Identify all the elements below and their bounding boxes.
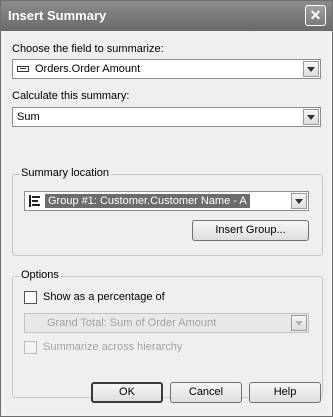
summary-label: Calculate this summary: — [12, 90, 130, 102]
dialog-title: Insert Summary — [8, 8, 107, 23]
field-label: Choose the field to summarize: — [12, 43, 164, 55]
help-button[interactable]: Help — [249, 382, 321, 403]
chevron-down-icon[interactable] — [291, 193, 307, 209]
field-value: Orders.Order Amount — [35, 63, 141, 75]
percentage-label[interactable]: Show as a percentage of — [43, 291, 165, 303]
chevron-down-icon[interactable] — [303, 109, 319, 125]
dialog-body: Choose the field to summarize: Orders.Or… — [5, 31, 328, 412]
summary-location-group — [12, 174, 323, 256]
close-button[interactable]: ✕ — [305, 5, 326, 26]
field-dropdown[interactable]: Orders.Order Amount — [12, 59, 321, 79]
ok-button[interactable]: OK — [91, 382, 163, 403]
hierarchy-label: Summarize across hierarchy — [43, 341, 183, 353]
location-dropdown[interactable]: Group #1: Customer.Customer Name - A — [24, 191, 309, 211]
chevron-down-icon[interactable] — [303, 61, 319, 77]
percentage-dropdown[interactable]: Grand Total: Sum of Order Amount — [24, 313, 309, 333]
cancel-button[interactable]: Cancel — [170, 382, 242, 403]
summary-dropdown[interactable]: Sum — [12, 107, 321, 127]
insert-summary-dialog: Insert Summary ✕ Choose the field to sum… — [0, 0, 333, 417]
summary-value: Sum — [17, 111, 40, 123]
percentage-checkbox[interactable] — [24, 291, 37, 304]
hierarchy-checkbox[interactable] — [24, 341, 37, 354]
percentage-value: Grand Total: Sum of Order Amount — [47, 317, 217, 329]
database-field-icon — [17, 66, 29, 72]
summary-location-title: Summary location — [19, 167, 112, 179]
location-value: Group #1: Customer.Customer Name - A — [45, 194, 250, 208]
title-bar[interactable]: Insert Summary ✕ — [1, 1, 332, 31]
close-icon: ✕ — [309, 7, 322, 23]
insert-group-button[interactable]: Insert Group... — [192, 220, 309, 241]
options-title: Options — [19, 269, 61, 281]
group-tree-icon — [29, 195, 40, 207]
chevron-down-icon[interactable] — [291, 315, 307, 331]
